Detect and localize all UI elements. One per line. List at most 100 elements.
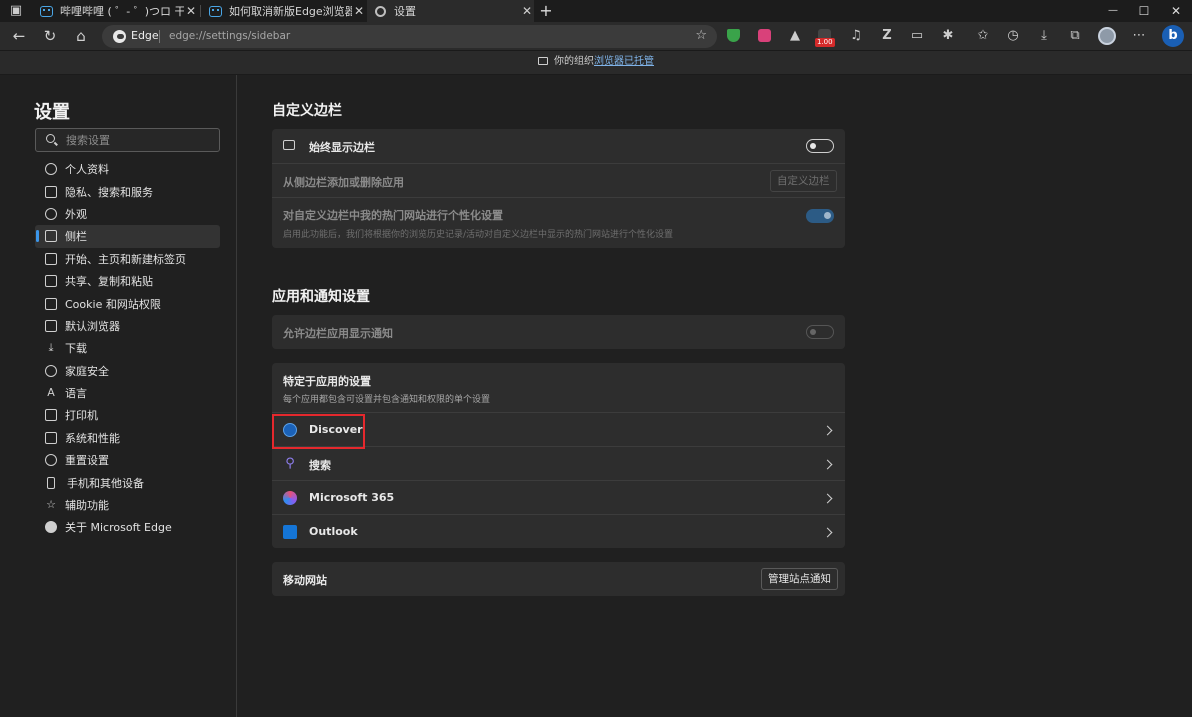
new-tab-button[interactable]: +	[530, 0, 562, 22]
sidebar-item-label: 手机和其他设备	[67, 476, 144, 490]
page-title: 设置	[34, 102, 70, 123]
sidebar-item-label: 个人资料	[65, 163, 109, 177]
sidebar-item-label: 外观	[65, 207, 87, 221]
app-row-outlook[interactable]: Outlook	[272, 514, 845, 548]
section-title-customize-sidebar: 自定义边栏	[272, 103, 342, 119]
sidebar-item-share[interactable]: 共享、复制和粘贴	[35, 270, 220, 292]
sidebar-item-privacy[interactable]: 隐私、搜索和服务	[35, 180, 220, 202]
share-icon	[45, 275, 57, 288]
personalize-label: 对自定义边栏中我的热门网站进行个性化设置	[283, 209, 503, 222]
managed-banner: 你的组织浏览器已托管	[0, 51, 1192, 75]
managed-link[interactable]: 浏览器已托管	[594, 56, 654, 67]
sidebar-item-sidebar[interactable]: 侧栏	[35, 225, 220, 248]
translate-extension-icon[interactable]	[758, 29, 771, 42]
cookie-icon	[45, 297, 57, 310]
system-icon	[45, 431, 57, 444]
sidebar-item-system[interactable]: 系统和性能	[35, 427, 220, 449]
sidebar-item-about[interactable]: 关于 Microsoft Edge	[35, 516, 220, 538]
extensions-icon[interactable]: ✱	[940, 28, 956, 44]
close-tab-icon[interactable]: ✕	[184, 4, 198, 18]
download-icon: ⤓	[48, 341, 54, 355]
collections-icon[interactable]: ⧉	[1067, 28, 1083, 44]
sidebar-item-default-browser[interactable]: 默认浏览器	[35, 315, 220, 337]
close-tab-icon[interactable]: ✕	[352, 4, 366, 18]
sidebar-item-accessibility[interactable]: ☆ 辅助功能	[35, 494, 220, 516]
sidebar-item-label: 系统和性能	[65, 431, 120, 445]
app-name: Microsoft 365	[309, 491, 395, 504]
sidebar-item-phone[interactable]: 手机和其他设备	[35, 471, 220, 493]
favorites-icon[interactable]: ✩	[975, 28, 991, 44]
bell-extension-icon[interactable]: ♫	[848, 28, 864, 44]
app-row-search[interactable]: ⚲ 搜索	[272, 446, 845, 480]
personalize-row: 对自定义边栏中我的热门网站进行个性化设置 启用此功能后，我们将根据你的浏览历史记…	[272, 197, 845, 248]
app-specific-title: 特定于应用的设置	[283, 375, 371, 388]
manage-site-notifications-button[interactable]: 管理站点通知	[761, 568, 838, 590]
search-box[interactable]	[35, 128, 220, 152]
lock-icon	[45, 185, 57, 198]
chevron-right-icon	[822, 493, 833, 504]
app-specific-header: 特定于应用的设置 每个应用都包含可设置并包含通知和权限的单个设置	[272, 363, 845, 412]
allow-notifications-toggle[interactable]	[806, 325, 834, 339]
address-divider	[159, 30, 160, 43]
sidebar-item-start-home[interactable]: 开始、主页和新建标签页	[35, 248, 220, 270]
sidebar-item-label: 辅助功能	[65, 499, 109, 513]
home-icon[interactable]: ⌂	[72, 27, 90, 45]
refresh-icon[interactable]: ↻	[41, 27, 59, 45]
customize-sidebar-button[interactable]: 自定义边栏	[770, 170, 837, 192]
sidebar-show-icon	[283, 140, 295, 150]
back-arrow-icon[interactable]: ←	[10, 27, 28, 45]
reader-extension-icon[interactable]: ▭	[909, 28, 925, 44]
tab-edge-bing-article[interactable]: 如何取消新版Edge浏览器右上角的Bing图标 ✕	[201, 0, 366, 22]
accessibility-icon: ☆	[46, 498, 56, 512]
tab-title: 哔哩哔哩 ( ゜- ゜)つロ 干杯~-bilibili	[60, 5, 184, 18]
z-extension-icon[interactable]: Z	[879, 28, 895, 44]
tab-actions-icon[interactable]: ▣	[8, 3, 24, 19]
sidebar-item-label: 隐私、搜索和服务	[65, 185, 153, 199]
add-remove-label: 从侧边栏添加或删除应用	[283, 176, 404, 189]
always-show-toggle[interactable]	[806, 139, 834, 153]
search-icon	[46, 134, 55, 143]
sidebar-item-label: 语言	[65, 387, 87, 401]
more-options-icon[interactable]: ⋯	[1131, 28, 1147, 44]
url-text[interactable]: edge://settings/sidebar	[169, 30, 290, 42]
add-favorite-icon[interactable]: ☆	[695, 28, 707, 43]
always-show-row: 始终显示边栏	[272, 129, 845, 163]
app-row-microsoft-365[interactable]: Microsoft 365	[272, 480, 845, 514]
sidebar-item-downloads[interactable]: ⤓ 下载	[35, 337, 220, 359]
appearance-icon	[45, 207, 57, 220]
sidebar-item-printers[interactable]: 打印机	[35, 404, 220, 426]
app-specific-desc: 每个应用都包含可设置并包含通知和权限的单个设置	[283, 395, 491, 405]
edge-icon	[113, 30, 126, 43]
maximize-button[interactable]: ☐	[1128, 0, 1160, 22]
home-tab-icon	[45, 252, 57, 265]
sidebar-item-appearance[interactable]: 外观	[35, 203, 220, 225]
minimize-button[interactable]: —	[1097, 0, 1129, 22]
downloads-icon[interactable]: ⤓	[1036, 28, 1052, 44]
sidebar-item-cookies[interactable]: Cookie 和网站权限	[35, 292, 220, 314]
close-window-button[interactable]: ✕	[1160, 0, 1192, 22]
app-name: Outlook	[309, 525, 358, 538]
sidebar-item-profile[interactable]: 个人资料	[35, 158, 220, 180]
mountain-extension-icon[interactable]: ▲	[787, 28, 803, 44]
always-show-label: 始终显示边栏	[309, 141, 375, 154]
search-input[interactable]	[66, 132, 216, 149]
add-remove-row: 从侧边栏添加或删除应用 自定义边栏	[272, 163, 845, 197]
profile-icon	[45, 163, 57, 176]
sidebar-item-family[interactable]: 家庭安全	[35, 360, 220, 382]
tab-bilibili[interactable]: 哔哩哔哩 ( ゜- ゜)つロ 干杯~-bilibili ✕	[32, 0, 198, 22]
history-icon[interactable]: ◷	[1005, 28, 1021, 44]
sidebar-item-label: 共享、复制和粘贴	[65, 275, 153, 289]
tab-settings[interactable]: 设置 ✕	[367, 0, 534, 22]
sidebar-item-languages[interactable]: A 语言	[35, 382, 220, 404]
shield-extension-icon[interactable]	[727, 29, 740, 42]
address-bar[interactable]: Edge edge://settings/sidebar ☆	[102, 25, 717, 48]
managed-prefix: 你的组织	[554, 56, 594, 67]
sidebar-item-label: 侧栏	[65, 230, 87, 244]
mobile-sites-label: 移动网站	[283, 574, 327, 587]
bing-icon[interactable]: b	[1162, 25, 1184, 47]
personalize-toggle[interactable]	[806, 209, 834, 223]
profile-avatar[interactable]	[1098, 27, 1116, 45]
language-icon: A	[47, 386, 55, 400]
sidebar-item-reset[interactable]: 重置设置	[35, 449, 220, 471]
printer-icon	[45, 409, 57, 422]
